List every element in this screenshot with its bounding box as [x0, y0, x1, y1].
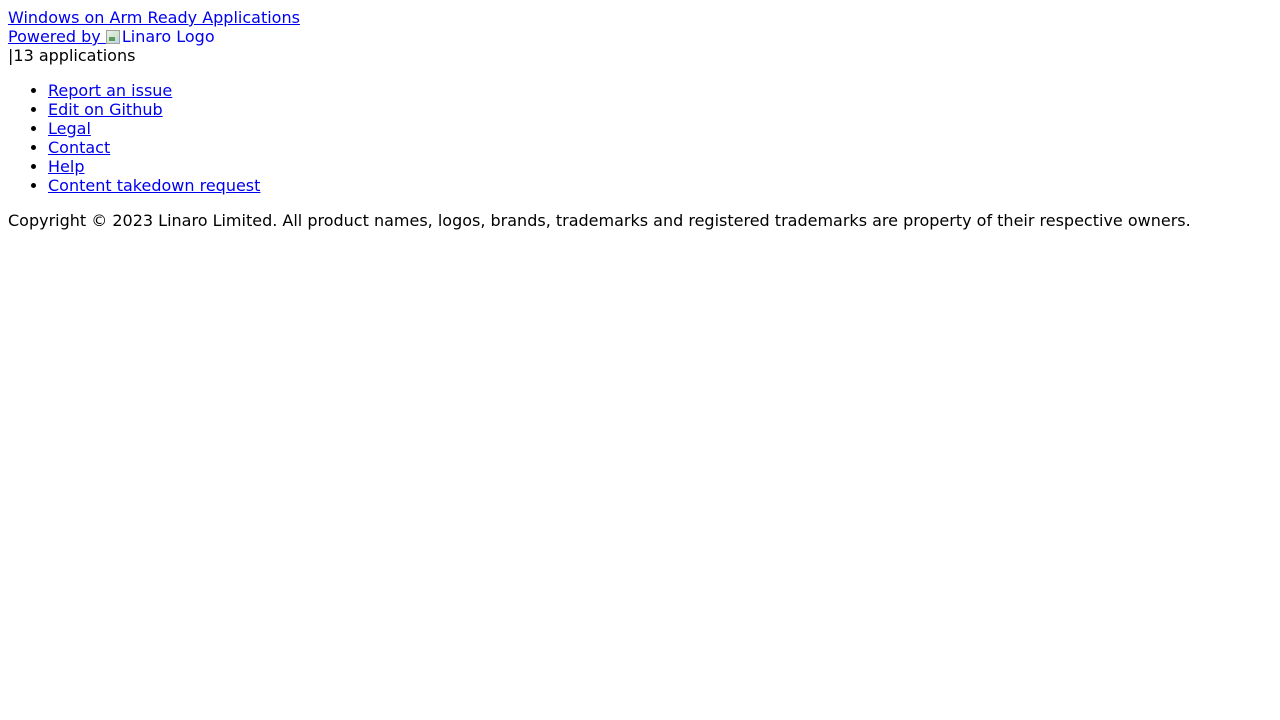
legal-link[interactable]: Legal: [48, 119, 91, 138]
list-item: Help: [48, 157, 1272, 176]
linaro-logo-image: Linaro Logo: [105, 27, 215, 46]
logo-alt-text: Linaro Logo: [121, 27, 215, 46]
app-count: |13 applications: [8, 46, 136, 65]
broken-image-icon: [105, 30, 120, 44]
list-item: Edit on Github: [48, 100, 1272, 119]
help-link[interactable]: Help: [48, 157, 84, 176]
list-item: Content takedown request: [48, 176, 1272, 195]
content-takedown-link[interactable]: Content takedown request: [48, 176, 260, 195]
page: Windows on Arm Ready Applications Powere…: [0, 0, 1280, 230]
footer-links-list: Report an issue Edit on Github Legal Con…: [8, 81, 1272, 195]
list-item: Report an issue: [48, 81, 1272, 100]
list-item: Legal: [48, 119, 1272, 138]
contact-link[interactable]: Contact: [48, 138, 110, 157]
copyright-text: Copyright © 2023 Linaro Limited. All pro…: [8, 211, 1191, 230]
powered-by-link[interactable]: Powered by Linaro Logo: [8, 27, 1272, 46]
site-title-link[interactable]: Windows on Arm Ready Applications: [8, 8, 1272, 27]
list-item: Contact: [48, 138, 1272, 157]
powered-by-prefix: Powered by: [8, 27, 106, 46]
report-issue-link[interactable]: Report an issue: [48, 81, 172, 100]
edit-on-github-link[interactable]: Edit on Github: [48, 100, 163, 119]
